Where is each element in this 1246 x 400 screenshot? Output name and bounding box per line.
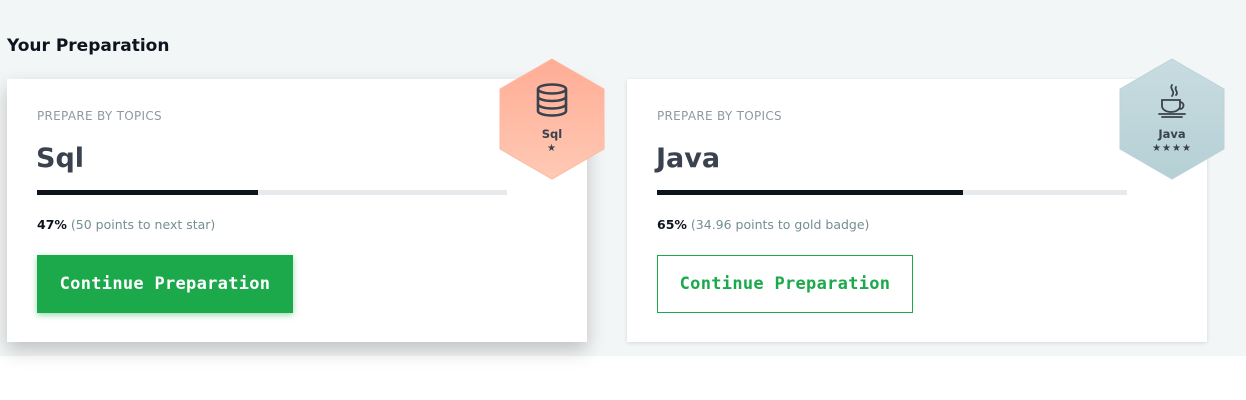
progress-percent: 65% — [657, 217, 687, 232]
database-icon — [536, 83, 568, 117]
progress-detail: (34.96 points to gold badge) — [690, 217, 870, 232]
java-badge[interactable]: Java ★★★★ — [1116, 57, 1228, 181]
continue-preparation-button[interactable]: Continue Preparation — [657, 255, 913, 313]
badge-stars: ★★★★ — [1152, 143, 1192, 154]
card-kicker: PREPARE BY TOPICS — [37, 109, 162, 123]
badge-name: Java — [1158, 127, 1186, 141]
sql-badge[interactable]: Sql ★ — [496, 57, 608, 181]
progress-bar — [37, 190, 507, 195]
progress-fill — [657, 190, 963, 195]
progress-fill — [37, 190, 258, 195]
card-kicker: PREPARE BY TOPICS — [657, 109, 782, 123]
progress-bar — [657, 190, 1127, 195]
progress-detail: (50 points to next star) — [70, 217, 216, 232]
badge-name: Sql — [541, 127, 563, 141]
badge-stars: ★ — [547, 143, 557, 154]
progress-text: 65% (34.96 points to gold badge) — [657, 217, 869, 232]
hexagon-badge-shape — [1119, 58, 1225, 180]
progress-text: 47% (50 points to next star) — [37, 217, 215, 232]
topic-title: Sql — [36, 143, 85, 174]
continue-preparation-button[interactable]: Continue Preparation — [37, 255, 293, 313]
hexagon-badge-shape — [499, 58, 605, 180]
section-title: Your Preparation — [7, 36, 170, 56]
progress-percent: 47% — [37, 217, 67, 232]
topic-title: Java — [656, 143, 721, 174]
java-coffee-icon — [1158, 84, 1186, 118]
